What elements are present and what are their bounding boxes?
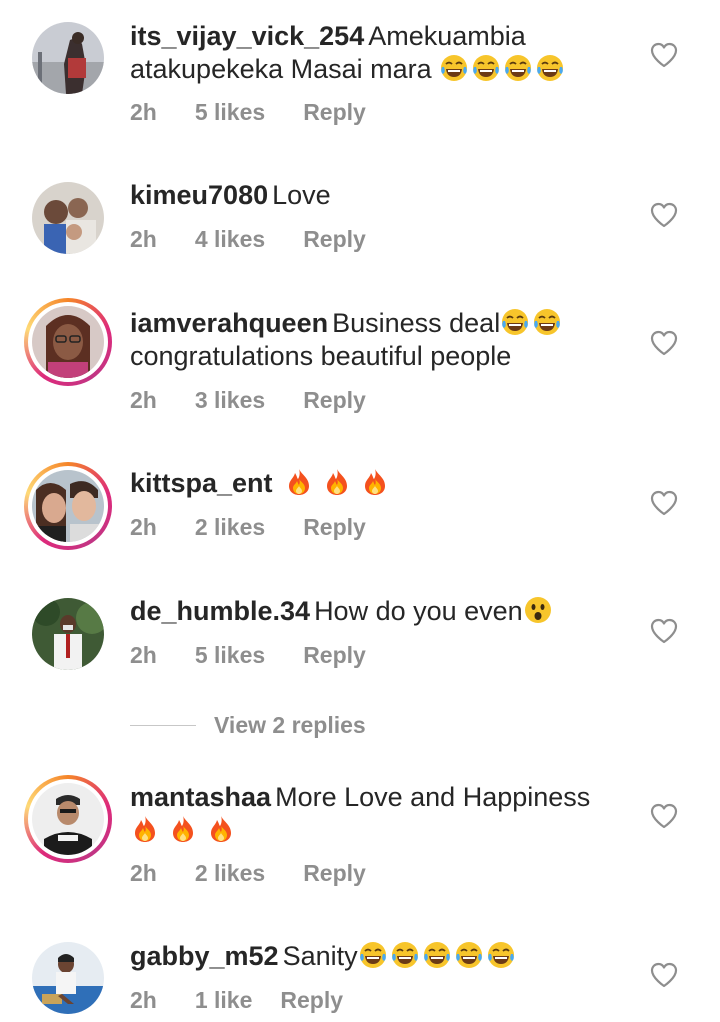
avatar[interactable] [32, 598, 104, 670]
comment-username[interactable]: iamverahqueen [130, 308, 328, 338]
comment-text: kittspa_ent [130, 467, 630, 500]
reply-button[interactable]: Reply [280, 987, 343, 1013]
avatar[interactable] [32, 942, 104, 1014]
avatar[interactable] [32, 182, 104, 254]
comment-time: 2h [130, 99, 157, 125]
story-avatar[interactable] [24, 775, 112, 863]
comment-username[interactable]: kimeu7080 [130, 180, 268, 210]
joy-emoji-icon [532, 307, 562, 337]
comment-likes[interactable]: 1 like [195, 987, 253, 1013]
comment-meta: 2h 2 likes Reply [130, 860, 404, 887]
view-replies-button[interactable]: View 2 replies [130, 710, 366, 740]
like-heart-icon[interactable] [650, 202, 678, 228]
comment-body: Love [272, 180, 331, 210]
reply-button[interactable]: Reply [303, 99, 366, 125]
comment-time: 2h [130, 514, 157, 540]
comment-meta: 2h 4 likes Reply [130, 226, 404, 253]
reply-button[interactable]: Reply [303, 860, 366, 886]
joy-emoji-icon [358, 940, 388, 970]
joy-emoji-icon [503, 53, 533, 83]
comment-likes[interactable]: 5 likes [195, 642, 265, 668]
reply-button[interactable]: Reply [303, 226, 366, 252]
like-heart-icon[interactable] [650, 330, 678, 356]
comment-username[interactable]: de_humble.34 [130, 596, 310, 626]
comment-username[interactable]: its_vijay_vick_254 [130, 21, 364, 51]
joy-emoji-icon [439, 53, 469, 83]
comment-time: 2h [130, 642, 157, 668]
joy-emoji-icon [422, 940, 452, 970]
like-heart-icon[interactable] [650, 490, 678, 516]
avatar[interactable] [32, 22, 104, 94]
joy-emoji-icon [500, 307, 530, 337]
comment-body: More Love and Happiness [275, 782, 591, 812]
fire-emoji-icon [168, 814, 198, 844]
comment-meta: 2h 3 likes Reply [130, 387, 404, 414]
comment-text: iamverahqueen Business deal congratulatio… [130, 307, 630, 373]
reply-button[interactable]: Reply [303, 387, 366, 413]
comment-time: 2h [130, 860, 157, 886]
comment-time: 2h [130, 387, 157, 413]
comment-time: 2h [130, 226, 157, 252]
comment-text: de_humble.34 How do you even [130, 595, 630, 628]
comment-text: kimeu7080 Love [130, 179, 630, 212]
comment-likes[interactable]: 4 likes [195, 226, 265, 252]
joy-emoji-icon [390, 940, 420, 970]
joy-emoji-icon [535, 53, 565, 83]
reply-button[interactable]: Reply [303, 514, 366, 540]
story-avatar[interactable] [24, 462, 112, 550]
comment-body-line-2: congratulations beautiful people [130, 341, 512, 371]
reply-button[interactable]: Reply [303, 642, 366, 668]
comment-likes[interactable]: 5 likes [195, 99, 265, 125]
like-heart-icon[interactable] [650, 618, 678, 644]
comment-text: its_vijay_vick_254 Amekuambia atakupekeka… [130, 20, 630, 86]
fire-emoji-icon [206, 814, 236, 844]
joy-emoji-icon [471, 53, 501, 83]
joy-emoji-icon [486, 940, 516, 970]
comment-meta: 2h 5 likes Reply [130, 642, 404, 669]
comment-meta: 2h 2 likes Reply [130, 514, 404, 541]
comment-body: Business deal [332, 308, 501, 338]
like-heart-icon[interactable] [650, 962, 678, 988]
comment-meta: 2h 5 likes Reply [130, 99, 404, 126]
fire-emoji-icon [322, 467, 352, 497]
comment-text: gabby_m52 Sanity [130, 940, 630, 973]
view-replies-label[interactable]: View 2 replies [214, 712, 366, 739]
comment-likes[interactable]: 2 likes [195, 514, 265, 540]
comment-body: How do you even [314, 596, 523, 626]
comment-body: Sanity [282, 941, 358, 971]
comment-username[interactable]: gabby_m52 [130, 941, 279, 971]
joy-emoji-icon [454, 940, 484, 970]
comment-likes[interactable]: 2 likes [195, 860, 265, 886]
fire-emoji-icon [130, 814, 160, 844]
comment-meta: 2h 1 like Reply [130, 987, 381, 1014]
fire-emoji-icon [284, 467, 314, 497]
like-heart-icon[interactable] [650, 803, 678, 829]
story-avatar[interactable] [24, 298, 112, 386]
comment-time: 2h [130, 987, 157, 1013]
comment-text: mantashaa More Love and Happiness [130, 781, 630, 847]
like-heart-icon[interactable] [650, 42, 678, 68]
comment-username[interactable]: kittspa_ent [130, 468, 273, 498]
surprised-emoji-icon [523, 595, 553, 625]
comment-likes[interactable]: 3 likes [195, 387, 265, 413]
fire-emoji-icon [360, 467, 390, 497]
divider [130, 724, 196, 726]
comment-username[interactable]: mantashaa [130, 782, 271, 812]
